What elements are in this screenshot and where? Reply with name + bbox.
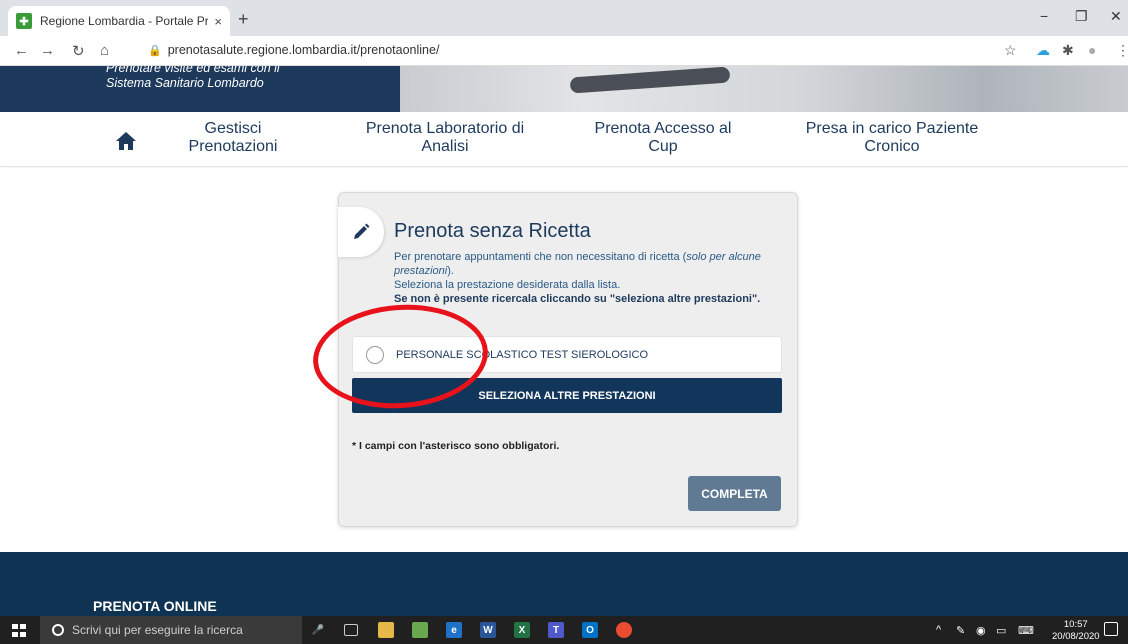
forward-arrow-icon[interactable]: → bbox=[40, 42, 55, 59]
nav-item-line2: Cup bbox=[648, 138, 678, 155]
keyboard-icon[interactable]: ⌨ bbox=[1018, 624, 1034, 637]
pen-icon[interactable]: ✎ bbox=[956, 624, 965, 637]
taskbar-search[interactable]: Scrivi qui per eseguire la ricerca bbox=[40, 616, 302, 644]
cortana-icon bbox=[52, 624, 64, 636]
clock-time: 10:57 bbox=[1063, 619, 1088, 630]
windows-start-icon[interactable] bbox=[12, 624, 26, 637]
windows-taskbar: Scrivi qui per eseguire la ricerca 🎤 e W… bbox=[0, 616, 1128, 644]
back-arrow-icon[interactable]: ← bbox=[14, 42, 29, 59]
nav-gestisci-prenotazioni[interactable]: Gestisci Prenotazioni bbox=[173, 120, 293, 156]
network-icon[interactable]: ◉ bbox=[976, 624, 986, 637]
restore-button[interactable]: ❐ bbox=[1075, 8, 1088, 25]
nav-prenota-laboratorio[interactable]: Prenota Laboratorio di Analisi bbox=[350, 120, 540, 156]
clock-date: 20/08/2020 bbox=[1052, 631, 1100, 642]
browser-tab[interactable]: ✚ Regione Lombardia - Portale Pre × bbox=[8, 6, 230, 36]
notifications-icon[interactable] bbox=[1104, 622, 1118, 636]
battery-icon[interactable]: ▭ bbox=[996, 624, 1006, 637]
nav-item-line2: Analisi bbox=[421, 138, 469, 155]
chrome-icon[interactable] bbox=[616, 622, 632, 638]
banner-text: Prenotare visite ed esami con il Sistema… bbox=[106, 66, 280, 91]
profile-avatar-icon[interactable]: ● bbox=[1088, 42, 1096, 58]
card-description: Per prenotare appuntamenti che non neces… bbox=[394, 250, 769, 306]
seleziona-altre-prestazioni-button[interactable]: SELEZIONA ALTRE PRESTAZIONI bbox=[352, 378, 782, 413]
footer-title: PRENOTA ONLINE bbox=[93, 598, 217, 614]
extensions-puzzle-icon[interactable]: ✱ bbox=[1062, 42, 1074, 59]
main-nav: Gestisci Prenotazioni Prenota Laboratori… bbox=[0, 112, 1128, 167]
regione-lombardia-favicon-icon: ✚ bbox=[16, 13, 32, 29]
taskbar-clock[interactable]: 10:57 20/08/2020 bbox=[1052, 619, 1100, 643]
desc-text: Per prenotare appuntamenti che non neces… bbox=[394, 251, 687, 263]
completa-button[interactable]: COMPLETA bbox=[688, 476, 781, 511]
card-title: Prenota senza Ricetta bbox=[394, 220, 591, 242]
star-icon[interactable]: ☆ bbox=[1004, 42, 1017, 59]
cloud-extension-icon[interactable]: ☁ bbox=[1036, 42, 1050, 59]
paint-icon[interactable] bbox=[412, 622, 428, 638]
menu-kebab-icon[interactable]: ⋮ bbox=[1116, 42, 1128, 59]
site-banner: Prenotare visite ed esami con il Sistema… bbox=[0, 66, 1128, 112]
required-fields-note: * I campi con l'asterisco sono obbligato… bbox=[352, 440, 560, 452]
task-view-icon[interactable] bbox=[344, 624, 358, 636]
minimize-button[interactable]: − bbox=[1040, 8, 1048, 24]
close-window-button[interactable]: ✕ bbox=[1110, 8, 1122, 25]
site-footer: PRENOTA ONLINE bbox=[0, 552, 1128, 616]
reload-icon[interactable]: ↻ bbox=[72, 42, 85, 60]
address-bar[interactable]: 🔒 prenotasalute.regione.lombardia.it/pren… bbox=[148, 43, 439, 57]
option-radio[interactable] bbox=[366, 345, 384, 364]
nav-presa-in-carico[interactable]: Presa in carico Paziente Cronico bbox=[782, 120, 1002, 156]
desc-line2: Seleziona la prestazione desiderata dall… bbox=[394, 279, 621, 291]
banner-line2: Sistema Sanitario Lombardo bbox=[106, 76, 264, 90]
home-browser-icon[interactable]: ⌂ bbox=[100, 42, 109, 59]
lock-icon: 🔒 bbox=[148, 45, 162, 57]
url-text: prenotasalute.regione.lombardia.it/preno… bbox=[167, 43, 440, 57]
tab-close-icon[interactable]: × bbox=[214, 14, 222, 29]
nav-prenota-accesso-cup[interactable]: Prenota Accesso al Cup bbox=[563, 120, 763, 156]
nav-item-line1: Prenota Laboratorio di bbox=[365, 120, 525, 137]
edge-icon[interactable]: e bbox=[446, 622, 462, 638]
browser-tabstrip: ✚ Regione Lombardia - Portale Pre × + − … bbox=[0, 0, 1128, 36]
word-icon[interactable]: W bbox=[480, 622, 496, 638]
banner-line1: Prenotare visite ed esami con il bbox=[106, 66, 280, 75]
tab-title: Regione Lombardia - Portale Pre bbox=[40, 14, 209, 28]
outlook-icon[interactable]: O bbox=[582, 622, 598, 638]
nav-item-line1: Gestisci bbox=[204, 120, 262, 137]
nav-item-line1: Presa in carico Paziente bbox=[805, 120, 979, 137]
nav-item-line1: Prenota Accesso al bbox=[594, 120, 732, 137]
option-label: PERSONALE SCOLASTICO TEST SIEROLOGICO bbox=[396, 348, 649, 361]
home-icon[interactable] bbox=[116, 132, 136, 150]
tray-chevron-icon[interactable]: ^ bbox=[936, 624, 941, 636]
banner-photo bbox=[400, 66, 1128, 112]
desc-line3: Se non è presente ricercala cliccando su… bbox=[394, 293, 761, 305]
teams-icon[interactable]: T bbox=[548, 622, 564, 638]
new-tab-button[interactable]: + bbox=[238, 9, 249, 30]
desc-text-end: ). bbox=[447, 265, 454, 277]
file-explorer-icon[interactable] bbox=[378, 622, 394, 638]
phone-in-hand-image bbox=[569, 66, 731, 94]
prestazione-option[interactable]: PERSONALE SCOLASTICO TEST SIEROLOGICO bbox=[352, 336, 782, 373]
browser-toolbar: ← → ↻ ⌂ 🔒 prenotasalute.regione.lombardia… bbox=[0, 36, 1128, 66]
microphone-icon[interactable]: 🎤 bbox=[310, 622, 326, 638]
nav-item-line2: Prenotazioni bbox=[188, 138, 278, 155]
search-placeholder: Scrivi qui per eseguire la ricerca bbox=[72, 623, 243, 637]
nav-item-line2: Cronico bbox=[864, 138, 920, 155]
excel-icon[interactable]: X bbox=[514, 622, 530, 638]
